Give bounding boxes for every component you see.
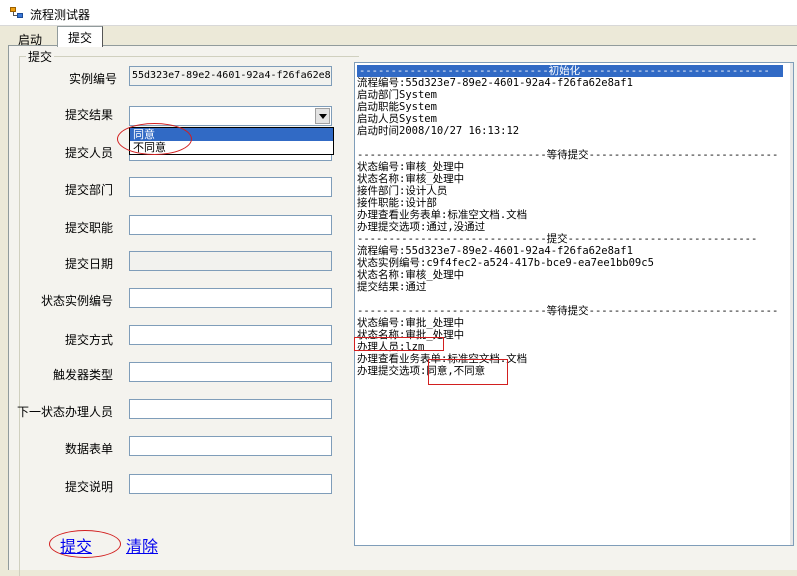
log-line: 办理人员:lzm (357, 341, 425, 353)
result-dropdown-list: 同意 不同意 (129, 127, 334, 155)
log-line: 状态名称:审核_处理中 (357, 173, 465, 185)
log-scrollbar[interactable] (790, 63, 793, 545)
role-input[interactable] (132, 219, 331, 230)
window-title: 流程测试器 (30, 8, 91, 22)
data-form-field[interactable] (129, 436, 332, 456)
trigger-input[interactable] (132, 366, 331, 377)
result-option-disagree[interactable]: 不同意 (130, 141, 333, 154)
log-line: ------------------------------等待提交------… (357, 149, 779, 161)
tab-strip: 启动 提交 (0, 26, 797, 47)
instance-id-value: 55d323e7-89e2-4601-92a4-f26fa62e8a (132, 70, 332, 81)
log-line: 状态名称:审批_处理中 (357, 329, 465, 341)
log-output[interactable]: ------------------------------初始化-------… (354, 62, 794, 546)
log-line: 状态实例编号:c9f4fec2-a524-417b-bce9-ea7ee1bb0… (357, 257, 654, 269)
log-line: 启动人员System (357, 113, 437, 125)
log-line: ------------------------------提交--------… (357, 233, 758, 245)
title-bar: 流程测试器 (0, 0, 797, 26)
next-handler-field[interactable] (129, 399, 332, 419)
trigger-field[interactable] (129, 362, 332, 382)
role-field[interactable] (129, 215, 332, 235)
log-line: 状态编号:审批_处理中 (357, 317, 465, 329)
log-line: 接件部门:设计人员 (357, 185, 448, 197)
state-instance-field[interactable] (129, 288, 332, 308)
groupbox-title: 提交 (26, 48, 55, 65)
instance-id-label: 实例编号 (68, 72, 117, 86)
date-label: 提交日期 (64, 257, 113, 271)
state-instance-input[interactable] (132, 292, 331, 303)
date-field[interactable] (129, 251, 332, 271)
log-line: 接件职能:设计部 (357, 197, 437, 209)
log-line: 提交结果:通过 (357, 281, 427, 293)
log-line: 办理查看业务表单:标准空文档.文档 (357, 209, 528, 221)
method-field[interactable] (129, 325, 332, 345)
log-line: 启动职能System (357, 101, 437, 113)
log-line: ------------------------------等待提交------… (357, 305, 779, 317)
person-label: 提交人员 (64, 146, 113, 160)
state-instance-label: 状态实例编号 (40, 294, 113, 308)
app-flow-icon (10, 7, 24, 19)
instance-id-field[interactable]: 55d323e7-89e2-4601-92a4-f26fa62e8a (129, 66, 332, 86)
log-line: 流程编号:55d323e7-89e2-4601-92a4-f26fa62e8af… (357, 77, 633, 89)
data-form-input[interactable] (132, 440, 331, 451)
log-line: ------------------------------初始化-------… (357, 65, 783, 77)
dept-input[interactable] (132, 181, 331, 192)
result-label: 提交结果 (64, 108, 113, 122)
result-combobox[interactable] (129, 106, 332, 126)
method-input[interactable] (132, 329, 331, 340)
tab-submit[interactable]: 提交 (57, 26, 104, 47)
log-line: 状态名称:审核_处理中 (357, 269, 465, 281)
chevron-down-icon[interactable] (315, 108, 330, 124)
submit-link[interactable]: 提交 (60, 533, 92, 557)
method-label: 提交方式 (64, 333, 113, 347)
trigger-label: 触发器类型 (52, 368, 113, 382)
log-line: 启动时间2008/10/27 16:13:12 (357, 125, 520, 137)
log-line: 流程编号:55d323e7-89e2-4601-92a4-f26fa62e8af… (357, 245, 633, 257)
role-label: 提交职能 (64, 221, 113, 235)
log-line: 办理提交选项:同意,不同意 (357, 365, 486, 377)
dept-field[interactable] (129, 177, 332, 197)
data-form-label: 数据表单 (64, 442, 113, 456)
note-field[interactable] (129, 474, 332, 494)
log-line: 启动部门System (357, 89, 437, 101)
log-line: 状态编号:审核_处理中 (357, 161, 465, 173)
clear-link[interactable]: 清除 (126, 533, 158, 557)
note-input[interactable] (132, 478, 331, 489)
next-handler-input[interactable] (132, 403, 331, 414)
dept-label: 提交部门 (64, 183, 113, 197)
result-option-agree[interactable]: 同意 (130, 128, 333, 141)
log-line: 办理查看业务表单:标准空文档.文档 (357, 353, 528, 365)
next-handler-label: 下一状态办理人员 (16, 405, 113, 419)
note-label: 提交说明 (64, 480, 113, 494)
log-line: 办理提交选项:通过,没通过 (357, 221, 486, 233)
